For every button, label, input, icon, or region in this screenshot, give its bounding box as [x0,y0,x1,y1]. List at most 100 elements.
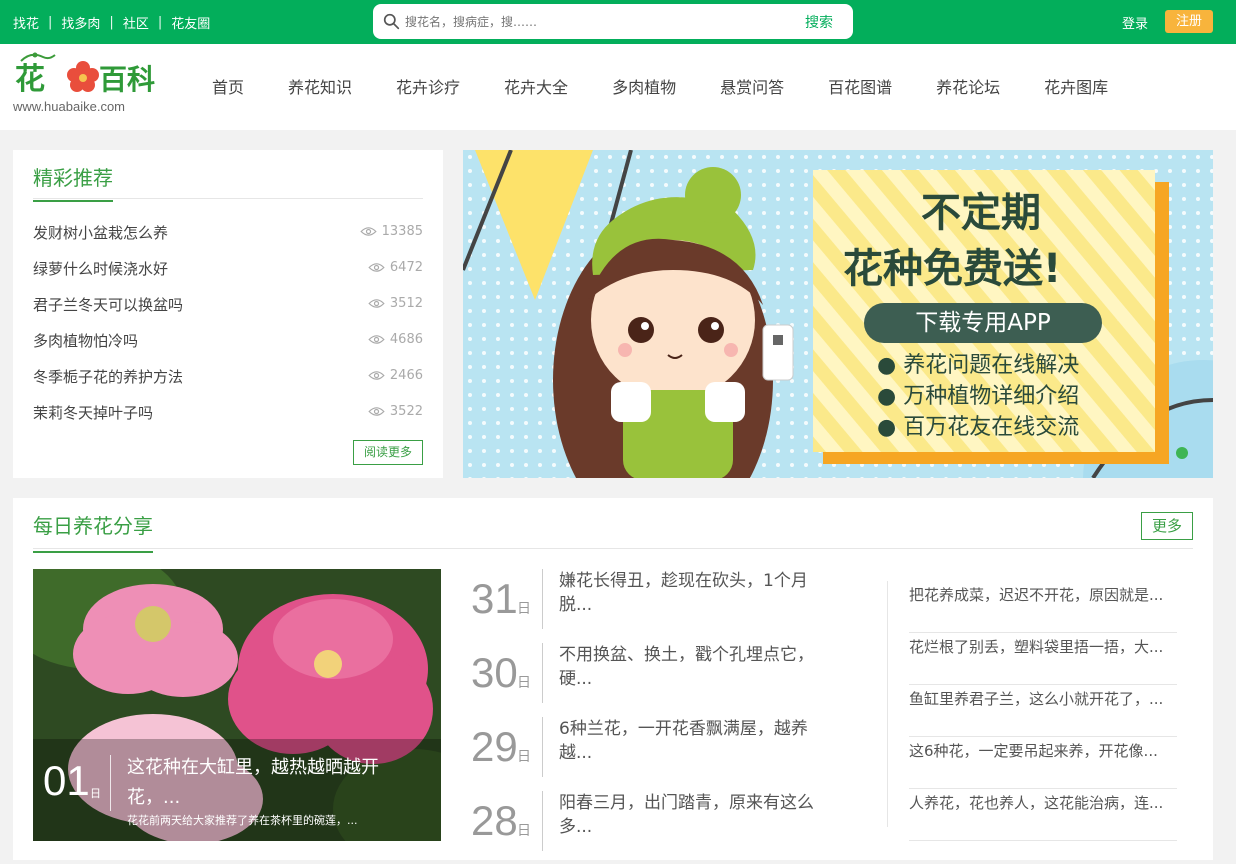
promo-banner[interactable]: 不定期 花种免费送! 下载专用APP ● 养花问题在线解决 ● 万种植物详细介绍… [463,150,1213,478]
top-links: 找花 | 找多肉 | 社区 | 花友圈 [13,13,210,32]
daily-share-section: 每日养花分享 更多 01 日 这花种在大缸里，越热越晒越开花，... 花花前两天… [13,498,1213,860]
banner-bullet: ● 养花问题在线解决 [877,353,1080,378]
nav-home[interactable]: 首页 [212,74,244,98]
nav-forum[interactable]: 养花论坛 [936,74,1000,98]
banner-headline: 不定期 花种免费送! 下载专用APP ● 养花问题在线解决 ● 万种植物详细介绍… [463,150,1213,478]
nav-succulents[interactable]: 多肉植物 [612,74,676,98]
search-button[interactable]: 搜索 [805,12,833,32]
list-item[interactable]: 这6种花，一定要吊起来养，开花像... [909,737,1177,789]
article-day-suffix: 日 [517,601,531,617]
nav-flower-encyclopedia[interactable]: 花卉大全 [504,74,568,98]
logo-url: www.huabaike.com [13,99,125,114]
view-count: 6472 [368,260,423,275]
dated-article[interactable]: 30 日 不用换盆、换土，戳个孔埋点它，硬... [471,643,851,717]
nav-flower-atlas[interactable]: 百花图谱 [828,74,892,98]
article-link[interactable]: 鱼缸里养君子兰，这么小就开花了，... [909,688,1163,709]
banner-line2: 花种免费送! [843,246,1062,292]
search-input[interactable] [405,11,765,32]
article-link[interactable]: 花烂根了别丢，塑料袋里捂一捂，大... [909,636,1163,657]
question-link[interactable]: 冬季栀子花的养护方法 [33,366,183,387]
article-summary: 花花前两天给大家推荐了养在茶杯里的碗莲，... [127,814,358,827]
nav-bounty-qa[interactable]: 悬赏问答 [720,74,784,98]
article-day: 01 [43,757,90,804]
divider [542,717,543,777]
list-item[interactable]: 把花养成菜，迟迟不开花，原因就是... [909,581,1177,633]
article-day-suffix: 日 [90,787,101,800]
view-count-value: 13385 [381,224,423,239]
banner-bullet: ● 万种植物详细介绍 [877,384,1080,409]
main-nav: 首页 养花知识 花卉诊疗 花卉大全 多肉植物 悬赏问答 百花图谱 养花论坛 花卉… [190,74,1130,98]
question-link[interactable]: 绿萝什么时候浇水好 [33,258,168,279]
divider [542,569,543,629]
view-count: 2466 [368,368,423,383]
list-item[interactable]: 冬季栀子花的养护方法 2466 [33,366,423,402]
divider [33,548,1193,549]
article-title[interactable]: 不用换盆、换土，戳个孔埋点它，硬... [559,643,839,691]
more-button[interactable]: 更多 [1141,512,1193,540]
view-count: 3522 [368,404,423,419]
article-link[interactable]: 这6种花，一定要吊起来养，开花像... [909,740,1158,761]
list-item[interactable]: 茉莉冬天掉叶子吗 3522 [33,402,423,438]
site-logo[interactable]: 花 百科 www.huabaike.com [13,49,158,119]
read-more-button[interactable]: 阅读更多 [353,440,423,465]
banner-line1: 不定期 [921,190,1041,236]
top-link-find-succulent[interactable]: 找多肉 [61,13,100,32]
top-link-find-flower[interactable]: 找花 [13,13,39,32]
svg-text:百科: 百科 [99,63,155,96]
article-title[interactable]: 阳春三月，出门踏青，原来有这么多... [559,791,839,839]
daily-title: 每日养花分享 [33,510,153,553]
list-item[interactable]: 绿萝什么时候浇水好 6472 [33,258,423,294]
banner-bullets: ● 养花问题在线解决 ● 万种植物详细介绍 ● 百万花友在线交流 [877,350,1079,443]
featured-list: 发财树小盆栽怎么养 13385 绿萝什么时候浇水好 6472 君子兰冬天可以换盆… [33,222,423,438]
top-link-friends-circle[interactable]: 花友圈 [171,13,210,32]
list-item[interactable]: 人养花，花也养人，这花能治病，连... [909,789,1177,841]
eye-icon [368,335,385,344]
article-link[interactable]: 把花养成菜，迟迟不开花，原因就是... [909,584,1163,605]
nav-flower-diagnosis[interactable]: 花卉诊疗 [396,74,460,98]
featured-panel: 精彩推荐 发财树小盆栽怎么养 13385 绿萝什么时候浇水好 6472 君子兰冬… [13,150,443,478]
view-count: 13385 [359,224,423,239]
question-link[interactable]: 君子兰冬天可以换盆吗 [33,294,183,315]
question-link[interactable]: 茉莉冬天掉叶子吗 [33,402,153,423]
article-day: 31 [471,575,518,622]
eye-icon [368,299,385,308]
article-title[interactable]: 6种兰花，一开花香飘满屋，越养越... [559,717,839,765]
list-item[interactable]: 鱼缸里养君子兰，这么小就开花了，... [909,685,1177,737]
view-count-value: 3512 [389,296,423,311]
question-link[interactable]: 发财树小盆栽怎么养 [33,222,168,243]
featured-article-card[interactable]: 01 日 这花种在大缸里，越热越晒越开花，... 花花前两天给大家推荐了养在茶杯… [33,569,441,841]
svg-text:花: 花 [15,62,45,97]
question-link[interactable]: 多肉植物怕冷吗 [33,330,138,351]
view-count: 3512 [368,296,423,311]
article-link[interactable]: 人养花，花也养人，这花能治病，连... [909,792,1163,813]
banner-bullet-text: 百万花友在线交流 [903,415,1080,440]
view-count-value: 3522 [389,404,423,419]
top-link-separator: | [157,15,163,30]
dated-article[interactable]: 31 日 嫌花长得丑，趁现在砍头，1个月脱... [471,569,851,643]
list-item[interactable]: 君子兰冬天可以换盆吗 3512 [33,294,423,330]
dated-article[interactable]: 29 日 6种兰花，一开花香飘满屋，越养越... [471,717,851,791]
divider [542,791,543,851]
list-item[interactable]: 发财树小盆栽怎么养 13385 [33,222,423,258]
dated-article[interactable]: 28 日 阳春三月，出门踏青，原来有这么多... [471,791,851,864]
top-link-community[interactable]: 社区 [123,13,149,32]
register-button[interactable]: 注册 [1165,10,1213,33]
banner-bullet-text: 养花问题在线解决 [903,353,1080,378]
login-link[interactable]: 登录 [1122,13,1148,32]
view-count: 4686 [368,332,423,347]
list-item[interactable]: 多肉植物怕冷吗 4686 [33,330,423,366]
view-count-value: 4686 [389,332,423,347]
banner-bullet-text: 万种植物详细介绍 [903,384,1080,409]
search-box: 搜索 [373,4,853,39]
nav-flower-knowledge[interactable]: 养花知识 [288,74,352,98]
article-day: 30 [471,649,518,696]
article-title[interactable]: 这花种在大缸里，越热越晒越开花，... [127,753,407,813]
eye-icon [368,371,385,380]
list-item[interactable]: 花烂根了别丢，塑料袋里捂一捂，大... [909,633,1177,685]
article-title[interactable]: 嫌花长得丑，趁现在砍头，1个月脱... [559,569,839,617]
article-day-suffix: 日 [517,749,531,765]
view-count-value: 6472 [389,260,423,275]
eye-icon [359,227,377,236]
dated-article-list: 31 日 嫌花长得丑，趁现在砍头，1个月脱... 30 日 不用换盆、换土，戳个… [471,569,851,864]
nav-gallery[interactable]: 花卉图库 [1044,74,1108,98]
